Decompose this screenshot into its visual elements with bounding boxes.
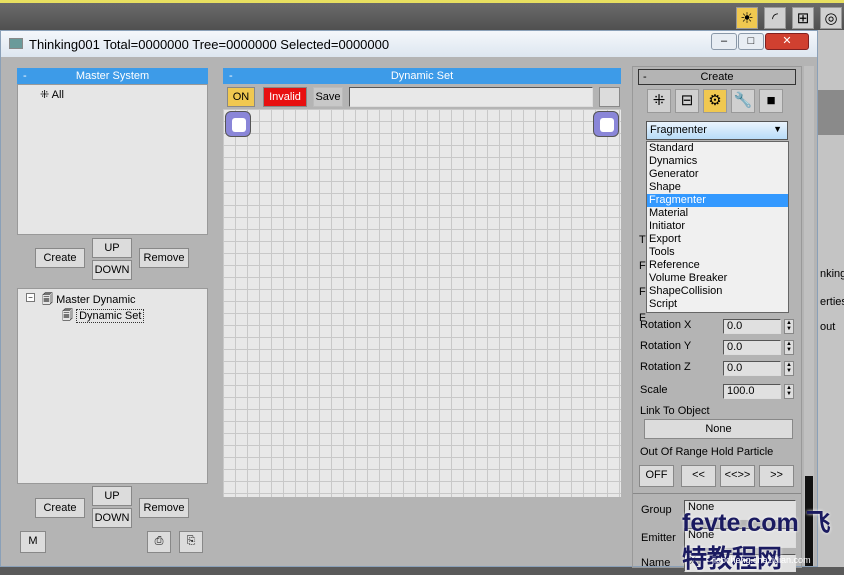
curve-icon[interactable]: ◜ — [764, 7, 786, 29]
master-system-header[interactable]: - Master System — [17, 68, 208, 84]
create-button[interactable]: Create — [35, 248, 85, 268]
range-back-button[interactable]: << — [681, 465, 716, 487]
range-off-button[interactable]: OFF — [639, 465, 674, 487]
wrench-icon[interactable]: 🔧 — [731, 89, 755, 113]
master-system-list[interactable]: ⁜ All — [17, 84, 208, 235]
panel-scrollbar[interactable] — [804, 66, 814, 566]
option-tools[interactable]: Tools — [647, 246, 788, 259]
down-button[interactable]: DOWN — [92, 508, 132, 528]
thinking-particles-window: Thinking001 Total=0000000 Tree=0000000 S… — [0, 30, 818, 572]
load-preset-icon[interactable]: ⎘ — [179, 531, 203, 553]
rotation-z-input[interactable]: 0.0 — [723, 361, 781, 376]
dynamic-set-header[interactable]: - Dynamic Set — [223, 68, 621, 84]
rotation-y-input[interactable]: 0.0 — [723, 340, 781, 355]
create-button[interactable]: Create — [35, 498, 85, 518]
on-button[interactable]: ON — [227, 87, 255, 107]
create-panel: - Create ⁜ ⊟ ⚙ 🔧 ■ Fragmenter ▼ TFFF Stand… — [632, 66, 802, 572]
cube-icon[interactable]: ■ — [759, 89, 783, 113]
schematic-ok-icon[interactable]: ⊟ — [675, 89, 699, 113]
option-export[interactable]: Export — [647, 233, 788, 246]
remove-button[interactable]: Remove — [139, 248, 189, 268]
input-node[interactable] — [225, 111, 251, 137]
app-icon — [9, 38, 23, 49]
list-item[interactable]: ⁜ All — [40, 88, 64, 101]
scale-spinner[interactable]: ▲ ▼ — [784, 384, 794, 399]
chevron-down-icon: ▼ — [773, 124, 782, 134]
option-standard[interactable]: Standard — [647, 142, 788, 155]
option-volume-breaker[interactable]: Volume Breaker — [647, 272, 788, 285]
sun-icon[interactable]: ☀ — [736, 7, 758, 29]
max-toolbar: ☀ ◜ ⊞ ◎ — [0, 0, 844, 30]
collapse-toggle[interactable]: − — [26, 293, 35, 302]
option-initiator[interactable]: Initiator — [647, 220, 788, 233]
option-generator[interactable]: Generator — [647, 168, 788, 181]
option-shape[interactable]: Shape — [647, 181, 788, 194]
up-button[interactable]: UP — [92, 486, 132, 506]
hierarchy-icon[interactable]: ⊞ — [792, 7, 814, 29]
option-dynamics[interactable]: Dynamics — [647, 155, 788, 168]
down-button[interactable]: DOWN — [92, 260, 132, 280]
create-rollout-header[interactable]: - Create — [638, 69, 796, 85]
option-fragmenter[interactable]: Fragmenter — [647, 194, 788, 207]
max-command-panel: nking erties out — [818, 30, 844, 567]
operator-category-select[interactable]: Fragmenter ▼ — [646, 121, 788, 140]
option-shapecollision[interactable]: ShapeCollision — [647, 285, 788, 298]
maximize-button[interactable]: □ — [738, 33, 764, 50]
invalid-button[interactable]: Invalid — [263, 87, 307, 107]
close-button[interactable]: ✕ — [765, 33, 809, 50]
range-forward-button[interactable]: >> — [759, 465, 794, 487]
minimize-button[interactable]: – — [711, 33, 737, 50]
rotation-z-spinner[interactable]: ▲ ▼ — [784, 361, 794, 376]
document-icon: 🗐 — [62, 310, 73, 322]
remove-button[interactable]: Remove — [139, 498, 189, 518]
tree-item-dynamic-set[interactable]: 🗐 Dynamic Set — [62, 307, 145, 326]
title-bar: Thinking001 Total=0000000 Tree=0000000 S… — [1, 31, 817, 57]
node-editor-grid[interactable] — [223, 109, 621, 497]
particle-group-icon[interactable]: ⁜ — [647, 89, 671, 113]
save-button[interactable]: Save — [313, 87, 343, 107]
master-dynamic-tree[interactable]: − 🗐 Master Dynamic 🗐 Dynamic Set — [17, 288, 208, 484]
display-icon[interactable]: ◎ — [820, 7, 842, 29]
gear-icon[interactable]: ⚙ — [703, 89, 727, 113]
m-button[interactable]: M — [20, 531, 46, 553]
range-both-button[interactable]: <<>> — [720, 465, 755, 487]
dynamic-set-name-input[interactable] — [349, 87, 593, 107]
output-node[interactable] — [593, 111, 619, 137]
link-to-object-button[interactable]: None — [644, 419, 793, 439]
rotation-x-input[interactable]: 0.0 — [723, 319, 781, 334]
option-reference[interactable]: Reference — [647, 259, 788, 272]
operator-category-dropdown[interactable]: Standard Dynamics Generator Shape Fragme… — [646, 141, 789, 313]
scale-input[interactable]: 100.0 — [723, 384, 781, 399]
document-icon: 🗐 — [42, 294, 53, 306]
window-title: Thinking001 Total=0000000 Tree=0000000 S… — [29, 37, 390, 52]
color-swatch[interactable] — [599, 87, 620, 107]
option-script[interactable]: Script — [647, 298, 788, 311]
rotation-y-spinner[interactable]: ▲ ▼ — [784, 340, 794, 355]
option-material[interactable]: Material — [647, 207, 788, 220]
up-button[interactable]: UP — [92, 238, 132, 258]
rotation-x-spinner[interactable]: ▲ ▼ — [784, 319, 794, 334]
particle-group-icon: ⁜ — [40, 89, 50, 101]
save-preset-icon[interactable]: ⎙ — [147, 531, 171, 553]
